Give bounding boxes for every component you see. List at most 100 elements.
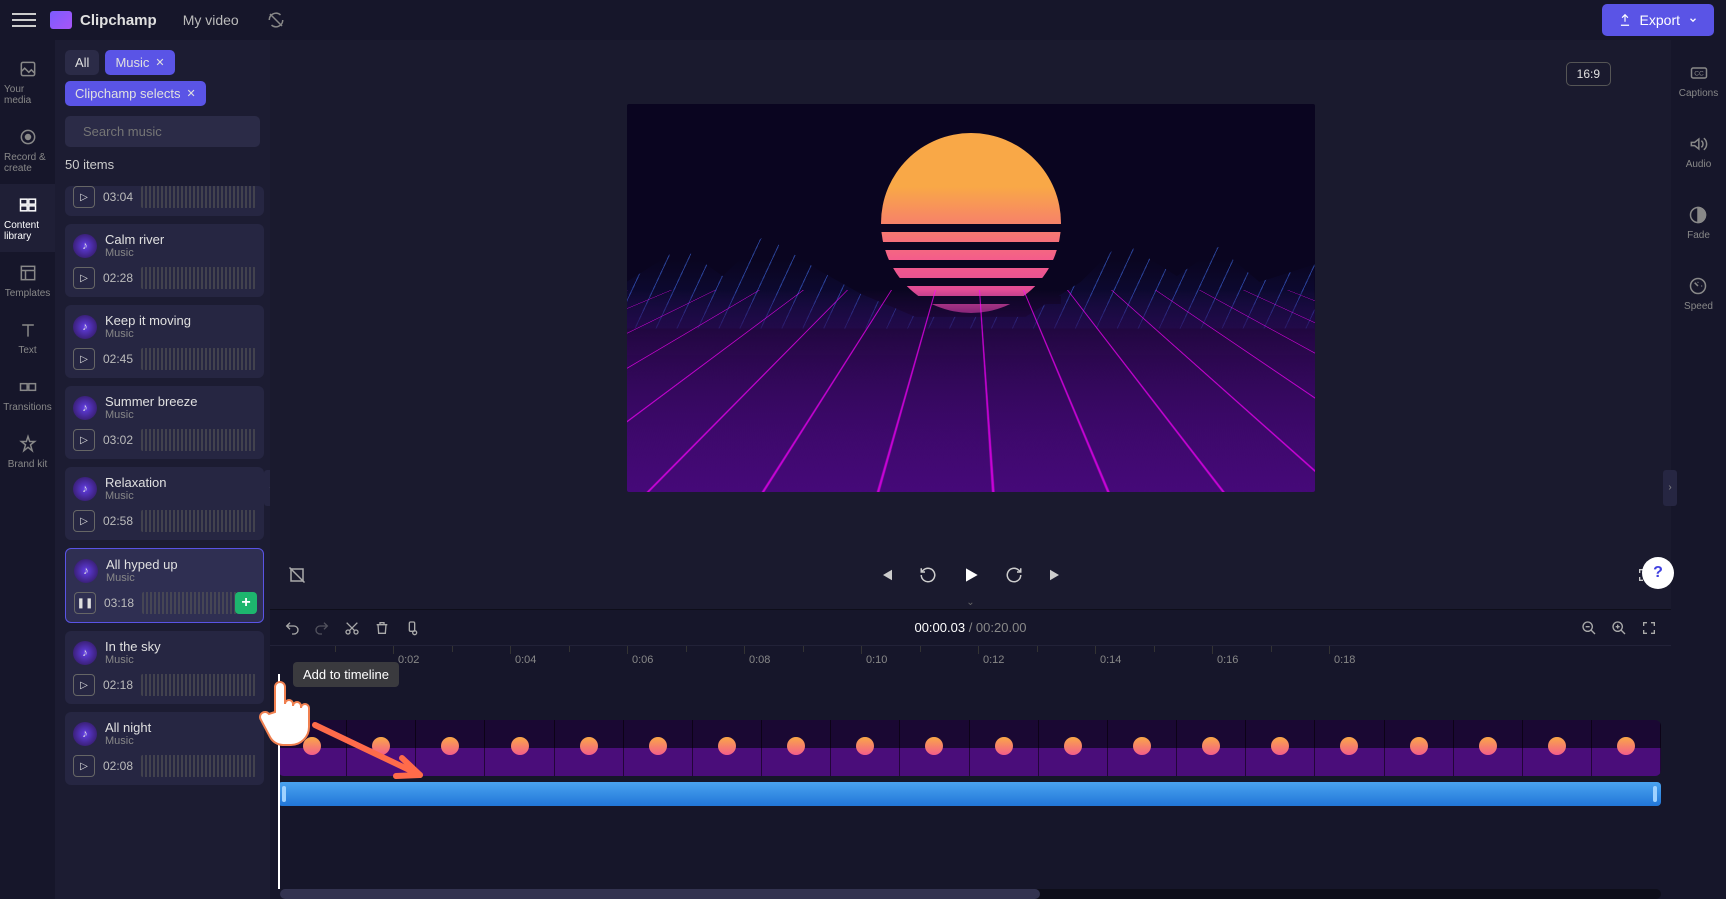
zoom-in-icon[interactable] [1611, 620, 1627, 636]
nav-transitions[interactable]: Transitions [0, 366, 55, 423]
ruler-mark: 0:02 [393, 646, 419, 654]
collapse-right-button[interactable]: › [1663, 470, 1677, 506]
search-box[interactable] [65, 116, 260, 147]
timeline-toolbar: 00:00.03 / 00:20.00 [270, 610, 1671, 646]
nav-media[interactable]: Your media [0, 48, 55, 116]
search-input[interactable] [83, 124, 259, 139]
rightnav-fade[interactable]: Fade [1683, 196, 1714, 249]
music-note-icon: ♪ [73, 641, 97, 665]
aspect-ratio-button[interactable]: 16:9 [1566, 62, 1611, 86]
music-item[interactable]: ♪Keep it movingMusic▷02:45 [65, 305, 264, 378]
ruler-mark: 0:06 [627, 646, 653, 654]
rightnav-audio[interactable]: Audio [1682, 125, 1716, 178]
close-icon[interactable]: ✕ [187, 87, 196, 100]
music-item[interactable]: ♪In the skyMusic▷02:18 [65, 631, 264, 704]
record-icon [17, 126, 39, 148]
project-title[interactable]: My video [183, 12, 239, 28]
media-icon [17, 58, 39, 80]
playhead[interactable] [278, 674, 280, 889]
app-logo[interactable]: Clipchamp [50, 11, 157, 29]
waveform-icon [141, 755, 256, 777]
music-category: Music [105, 490, 166, 502]
nav-templates[interactable]: Templates [0, 252, 55, 309]
timeline-time: 00:00.03 / 00:20.00 [914, 620, 1026, 635]
add-to-timeline-button[interactable]: + [235, 592, 257, 614]
timeline-tracks[interactable] [276, 674, 1671, 889]
delete-icon[interactable] [374, 620, 390, 636]
sync-off-icon[interactable] [267, 11, 285, 29]
svg-text:CC: CC [1694, 71, 1704, 78]
expand-timeline-button[interactable]: ⌄ [270, 595, 1671, 609]
zoom-out-icon[interactable] [1581, 620, 1597, 636]
item-count: 50 items [65, 157, 270, 172]
music-category: Music [105, 247, 164, 259]
play-icon[interactable]: ▷ [73, 429, 95, 451]
music-note-icon: ♪ [73, 722, 97, 746]
music-title: Relaxation [105, 475, 166, 490]
preview-area: 16:9 ⌄ [270, 40, 1671, 899]
video-preview[interactable] [627, 104, 1315, 492]
music-item[interactable]: ♪Summer breezeMusic▷03:02 [65, 386, 264, 459]
undo-button[interactable] [284, 620, 300, 636]
timeline-ruler[interactable]: 0:020:040:060:080:100:120:140:160:18 [276, 646, 1671, 674]
redo-button[interactable] [314, 620, 330, 636]
nav-record[interactable]: Record & create [0, 116, 55, 184]
play-icon[interactable]: ▷ [73, 267, 95, 289]
help-button[interactable]: ? [1642, 557, 1674, 589]
music-note-icon: ♪ [74, 559, 98, 583]
export-button[interactable]: Export [1602, 4, 1714, 36]
music-category: Music [106, 572, 178, 584]
menu-button[interactable] [12, 8, 36, 32]
skip-forward-icon[interactable] [1047, 566, 1065, 584]
music-item[interactable]: ♪All nightMusic▷02:08 [65, 712, 264, 785]
waveform-icon [141, 429, 256, 451]
play-icon[interactable]: ▷ [73, 510, 95, 532]
music-item[interactable]: ▷ 03:04 [65, 186, 264, 216]
split-icon[interactable] [404, 620, 420, 636]
music-category: Music [105, 409, 197, 421]
export-label: Export [1640, 12, 1680, 28]
rewind-icon[interactable] [919, 566, 937, 584]
play-button[interactable] [961, 565, 981, 585]
music-item[interactable]: ♪RelaxationMusic▷02:58 [65, 467, 264, 540]
play-icon[interactable]: ▷ [73, 755, 95, 777]
close-icon[interactable]: ✕ [155, 56, 164, 69]
rightnav-speed[interactable]: Speed [1680, 267, 1717, 320]
right-nav: › CCCaptionsAudioFadeSpeed [1671, 40, 1726, 899]
nav-text[interactable]: Text [0, 309, 55, 366]
music-duration: 03:04 [103, 190, 133, 204]
waveform-icon [141, 186, 256, 208]
add-to-timeline-tooltip: Add to timeline [293, 662, 399, 687]
play-icon[interactable]: ▷ [73, 186, 95, 208]
rightnav-cc[interactable]: CCCaptions [1675, 54, 1722, 107]
nav-library[interactable]: Content library [0, 184, 55, 252]
nav-brand[interactable]: Brand kit [0, 423, 55, 480]
preview-viewport: 16:9 [270, 40, 1671, 555]
play-icon[interactable]: ▷ [73, 348, 95, 370]
ruler-mark: 0:04 [510, 646, 536, 654]
filter-chips: All Music✕ Clipchamp selects✕ [65, 50, 270, 106]
music-category: Music [105, 654, 161, 666]
music-title: In the sky [105, 639, 161, 654]
timeline-zoom [1581, 620, 1657, 636]
music-note-icon: ♪ [73, 396, 97, 420]
chip-music[interactable]: Music✕ [105, 50, 174, 75]
skip-back-icon[interactable] [877, 566, 895, 584]
music-item[interactable]: ♪All hyped upMusic❚❚03:18+ [65, 548, 264, 623]
scrollbar-thumb[interactable] [280, 889, 1040, 899]
ruler-mark: 0:14 [1095, 646, 1121, 654]
crop-icon[interactable] [288, 566, 306, 584]
play-icon[interactable]: ▷ [73, 674, 95, 696]
zoom-fit-icon[interactable] [1641, 620, 1657, 636]
music-list[interactable]: ▷ 03:04 ♪Calm riverMusic▷02:28♪Keep it m… [65, 178, 270, 889]
chip-all[interactable]: All [65, 50, 99, 75]
timeline-scrollbar[interactable] [280, 889, 1661, 899]
chip-selects[interactable]: Clipchamp selects✕ [65, 81, 206, 106]
audio-track-clip[interactable] [278, 782, 1661, 806]
templates-icon [17, 262, 39, 284]
video-track-clip[interactable] [278, 720, 1661, 776]
music-item[interactable]: ♪Calm riverMusic▷02:28 [65, 224, 264, 297]
cut-icon[interactable] [344, 620, 360, 636]
forward-icon[interactable] [1005, 566, 1023, 584]
pause-icon[interactable]: ❚❚ [74, 592, 96, 614]
